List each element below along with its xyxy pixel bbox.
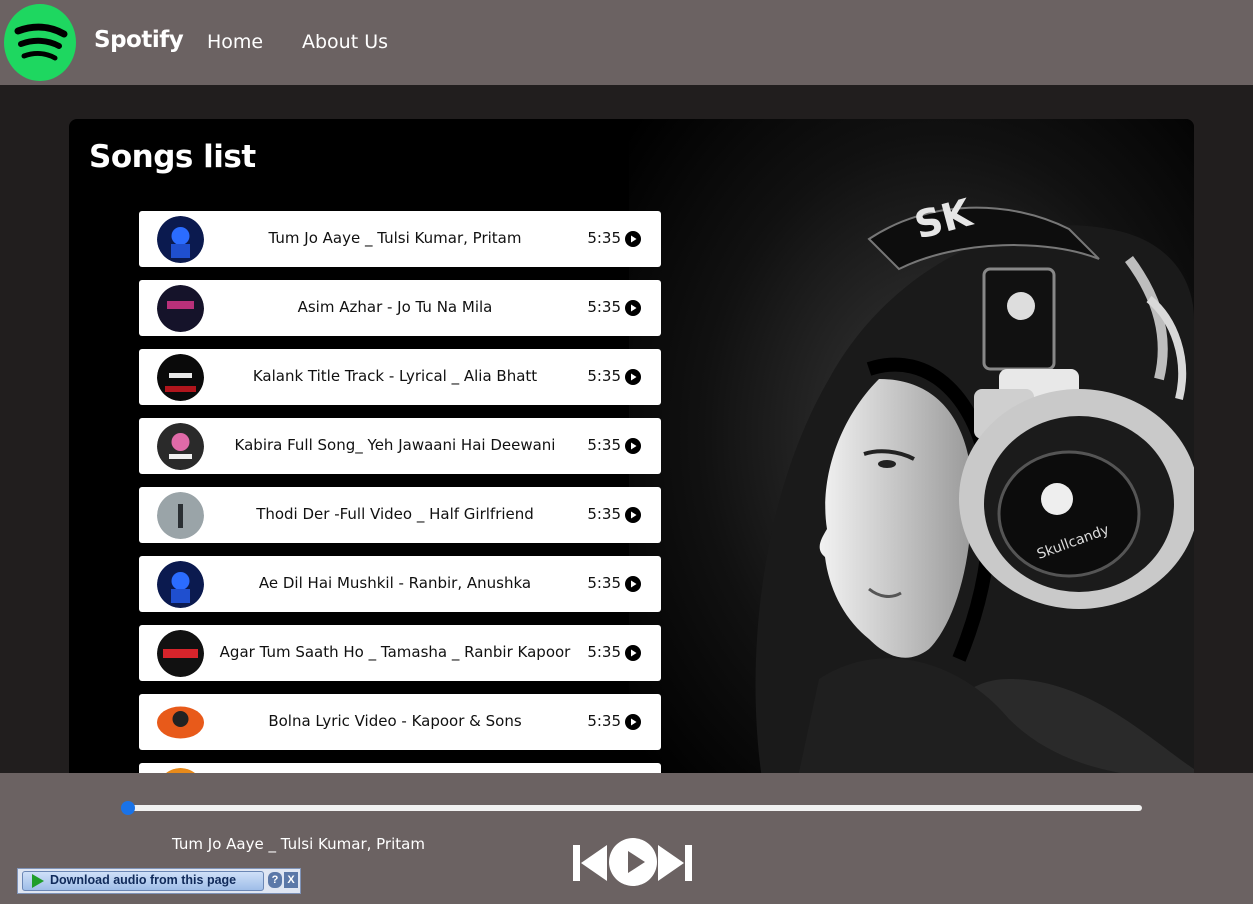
song-title: Kalank Title Track - Lyrical _ Alia Bhat… xyxy=(252,367,538,385)
song-item[interactable]: Kabira Full Song_ Yeh Jawaani Hai Deewan… xyxy=(139,418,661,474)
play-circle-icon[interactable] xyxy=(625,645,641,661)
song-title: Thodi Der -Full Video _ Half Girlfriend xyxy=(256,505,534,523)
next-icon[interactable] xyxy=(657,844,693,882)
play-circle-icon[interactable] xyxy=(625,300,641,316)
song-duration: 5:35 xyxy=(587,574,621,592)
song-cover-icon xyxy=(157,561,204,608)
progress-bar[interactable] xyxy=(121,801,1142,815)
download-widget: Download audio from this page ? X xyxy=(17,868,301,894)
song-title: Ae Dil Hai Mushkil - Ranbir, Anushka xyxy=(258,574,532,592)
song-title: Tum Jo Aaye _ Tulsi Kumar, Pritam xyxy=(268,229,522,247)
song-cover-icon xyxy=(157,423,204,470)
song-cover-icon xyxy=(157,354,204,401)
song-cover-icon xyxy=(157,630,204,677)
song-duration: 5:35 xyxy=(587,436,621,454)
song-title: Agar Tum Saath Ho _ Tamasha _ Ranbir Kap… xyxy=(219,643,571,661)
song-title: Kabira Full Song_ Yeh Jawaani Hai Deewan… xyxy=(234,436,556,454)
song-item[interactable]: Bolna Lyric Video - Kapoor & Sons 5:35 xyxy=(139,694,661,750)
nav-home-link[interactable]: Home xyxy=(207,31,263,53)
brand-name[interactable]: Spotify xyxy=(94,27,184,53)
download-label: Download audio from this page xyxy=(50,873,237,887)
song-item[interactable]: Ae Dil Hai Mushkil - Ranbir, Anushka 5:3… xyxy=(139,556,661,612)
progress-thumb[interactable] xyxy=(121,801,135,815)
song-duration: 5:35 xyxy=(587,367,621,385)
songs-card: Songs list SK Skullcandy Tum Jo Aaye _ T… xyxy=(69,119,1194,819)
song-cover-icon xyxy=(157,706,204,739)
play-circle-icon[interactable] xyxy=(625,714,641,730)
song-duration: 5:35 xyxy=(587,643,621,661)
play-circle-icon[interactable] xyxy=(625,231,641,247)
song-duration: 5:35 xyxy=(587,505,621,523)
song-item[interactable]: Thodi Der -Full Video _ Half Girlfriend … xyxy=(139,487,661,543)
play-circle-icon[interactable] xyxy=(625,507,641,523)
previous-icon[interactable] xyxy=(572,844,608,882)
song-cover-icon xyxy=(157,285,204,332)
song-duration: 5:35 xyxy=(587,298,621,316)
song-title: Bolna Lyric Video - Kapoor & Sons xyxy=(268,712,522,730)
songs-list-title: Songs list xyxy=(89,139,256,175)
song-item[interactable]: Agar Tum Saath Ho _ Tamasha _ Ranbir Kap… xyxy=(139,625,661,681)
download-audio-button[interactable]: Download audio from this page xyxy=(22,871,264,891)
headphones-artwork: SK Skullcandy xyxy=(629,119,1194,819)
song-item[interactable]: Kalank Title Track - Lyrical _ Alia Bhat… xyxy=(139,349,661,405)
navbar: Spotify Home About Us xyxy=(0,0,1253,85)
song-duration: 5:35 xyxy=(587,229,621,247)
play-icon[interactable] xyxy=(609,838,657,886)
song-item[interactable]: Tum Jo Aaye _ Tulsi Kumar, Pritam 5:35 xyxy=(139,211,661,267)
song-cover-icon xyxy=(157,492,204,539)
play-circle-icon[interactable] xyxy=(625,576,641,592)
spotify-logo-icon[interactable] xyxy=(4,4,76,81)
song-duration: 5:35 xyxy=(587,712,621,730)
now-playing-title: Tum Jo Aaye _ Tulsi Kumar, Pritam xyxy=(172,835,425,853)
song-item[interactable]: Asim Azhar - Jo Tu Na Mila 5:35 xyxy=(139,280,661,336)
nav-about-link[interactable]: About Us xyxy=(302,31,388,53)
help-button[interactable]: ? xyxy=(268,872,282,888)
close-button[interactable]: X xyxy=(284,872,298,888)
player-controls xyxy=(572,836,692,888)
play-arrow-icon xyxy=(32,874,44,888)
song-cover-icon xyxy=(157,216,204,263)
play-circle-icon[interactable] xyxy=(625,438,641,454)
song-title: Asim Azhar - Jo Tu Na Mila xyxy=(297,298,493,316)
play-circle-icon[interactable] xyxy=(625,369,641,385)
